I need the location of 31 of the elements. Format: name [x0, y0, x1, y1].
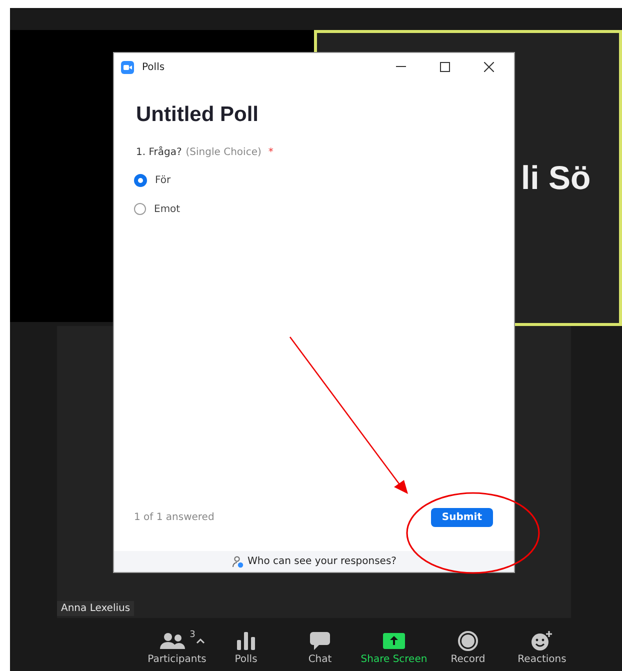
answered-count: 1 of 1 answered	[134, 512, 214, 523]
speaker-name: li Sö	[521, 159, 591, 197]
question-title: 1. Fråga?	[136, 147, 182, 158]
smiley-add-icon	[531, 631, 553, 651]
toolbar-button[interactable]: Record	[431, 630, 505, 665]
minimize-icon[interactable]	[396, 66, 406, 68]
participant-name: Anna Lexelius	[57, 601, 134, 616]
radio-button[interactable]	[134, 174, 147, 187]
toolbar-button[interactable]: Chat	[283, 630, 357, 665]
toolbar-button[interactable]: Share Screen	[357, 630, 431, 665]
maximize-icon[interactable]	[440, 62, 450, 72]
caret-icon[interactable]	[196, 638, 205, 644]
window-title: Polls	[142, 62, 165, 72]
option-label: För	[155, 175, 171, 186]
question-type: (Single Choice)	[186, 147, 262, 158]
people-icon	[158, 632, 187, 650]
share-screen-icon	[383, 633, 405, 649]
toolbar-button[interactable]: Reactions	[505, 630, 579, 665]
speech-bubble-icon	[310, 632, 330, 650]
camera-icon	[121, 60, 134, 74]
participant-count: 3	[190, 630, 196, 640]
close-icon[interactable]	[484, 62, 494, 72]
submit-button[interactable]: Submit	[430, 508, 493, 527]
poll-title: Untitled Poll	[136, 103, 260, 127]
record-icon	[458, 631, 478, 651]
option-label: Emot	[154, 204, 180, 214]
radio-button[interactable]	[134, 203, 146, 215]
person-lock-icon	[232, 556, 244, 568]
bar-chart-icon	[237, 632, 255, 650]
privacy-link[interactable]: Who can see your responses?	[248, 556, 396, 567]
required-mark: *	[268, 147, 274, 158]
